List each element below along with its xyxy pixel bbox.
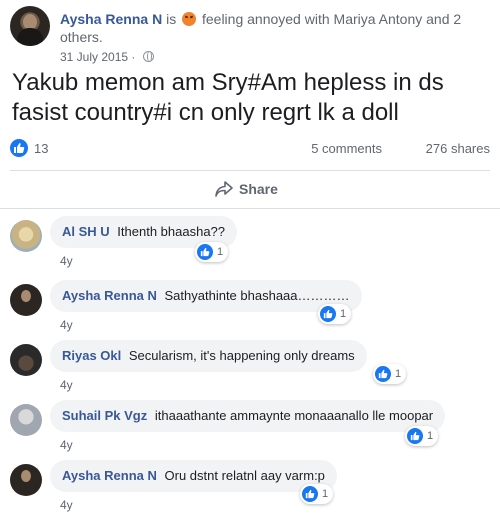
commenter-avatar[interactable] (10, 220, 42, 252)
comment: Al SH U Ithenth bhaasha?? 4y 1 (10, 216, 490, 276)
comment-text: Sathyathinte bhashaaa………… (164, 288, 350, 303)
commenter-name[interactable]: Al SH U (62, 224, 110, 239)
shares-count-link[interactable]: 276 shares (426, 141, 490, 156)
comment-age[interactable]: 4y (60, 318, 73, 332)
comment-bubble: Aysha Renna N Sathyathinte bhashaaa………… (50, 280, 362, 312)
commenter-avatar[interactable] (10, 344, 42, 376)
reaction-count[interactable]: 13 (34, 141, 48, 156)
feeling-prefix: is (166, 11, 177, 27)
comment-bubble: Aysha Renna N Oru dstnt relatnl aay varm… (50, 460, 337, 492)
comment-reaction[interactable]: 1 (373, 364, 407, 384)
comment-like-count: 1 (340, 308, 347, 320)
commenter-name[interactable]: Aysha Renna N (62, 288, 157, 303)
comment-like-count: 1 (427, 430, 434, 442)
commenter-name[interactable]: Aysha Renna N (62, 468, 157, 483)
like-icon (407, 428, 423, 444)
comment: Aysha Renna N Oru dstnt relatnl aay varm… (10, 460, 490, 518)
share-label: Share (239, 181, 278, 197)
like-icon[interactable] (10, 139, 28, 157)
comment-reaction[interactable]: 1 (318, 304, 352, 324)
comments-count-link[interactable]: 5 comments (311, 141, 382, 156)
post-body: Yakub memon am Sry#Am hepless in ds fasi… (12, 69, 444, 126)
post-header: Aysha Renna N is feeling annoyed with Ma… (10, 6, 490, 66)
like-icon (302, 486, 318, 502)
post-actions: Share (10, 170, 490, 210)
post-stats: 13 5 comments 276 shares (10, 138, 490, 160)
comment-age[interactable]: 4y (60, 498, 73, 512)
share-button[interactable]: Share (215, 181, 278, 197)
comments-divider (0, 208, 500, 209)
feeling-text: feeling annoyed with (201, 11, 330, 27)
post-timestamp[interactable]: 31 July 2015 · (60, 50, 154, 64)
comment-bubble: Suhail Pk Vgz ithaaathante ammaynte mona… (50, 400, 446, 432)
comment-age[interactable]: 4y (60, 254, 73, 268)
author-avatar[interactable] (10, 6, 50, 46)
comment-like-count: 1 (395, 368, 402, 380)
tagged-person-link[interactable]: Mariya Antony (334, 11, 423, 27)
comment: Suhail Pk Vgz ithaaathante ammaynte mona… (10, 400, 490, 460)
comment: Aysha Renna N Sathyathinte bhashaaa………… … (10, 280, 490, 340)
comment-text: Ithenth bhaasha?? (117, 224, 226, 239)
like-icon (197, 244, 213, 260)
comment-text: ithaaathante ammaynte monaaanallo lle mo… (154, 408, 434, 423)
commenter-name[interactable]: Suhail Pk Vgz (62, 408, 147, 423)
comment-age[interactable]: 4y (60, 378, 73, 392)
comment-bubble: Riyas Okl Secularism, it's happening onl… (50, 340, 367, 372)
commenter-avatar[interactable] (10, 284, 42, 316)
comment: Riyas Okl Secularism, it's happening onl… (10, 340, 490, 400)
share-arrow-icon (215, 181, 233, 197)
comment-age[interactable]: 4y (60, 438, 73, 452)
author-name-link[interactable]: Aysha Renna N (60, 11, 162, 27)
angry-emoji-icon (182, 12, 197, 26)
comment-reaction[interactable]: 1 (195, 242, 229, 262)
post-date-text[interactable]: 31 July 2015 (60, 50, 128, 64)
comment-reaction[interactable]: 1 (300, 484, 334, 504)
comment-like-count: 1 (322, 488, 329, 500)
commenter-avatar[interactable] (10, 404, 42, 436)
globe-icon[interactable] (142, 51, 154, 62)
comment-text: Oru dstnt relatnl aay varm:p (164, 468, 325, 483)
like-icon (375, 366, 391, 382)
like-icon (320, 306, 336, 322)
commenter-avatar[interactable] (10, 464, 42, 496)
comment-like-count: 1 (217, 246, 224, 258)
commenter-name[interactable]: Riyas Okl (62, 348, 121, 363)
post-author-line: Aysha Renna N is feeling annoyed with Ma… (60, 10, 490, 46)
comment-text: Secularism, it's happening only dreams (128, 348, 355, 363)
comment-reaction[interactable]: 1 (405, 426, 439, 446)
